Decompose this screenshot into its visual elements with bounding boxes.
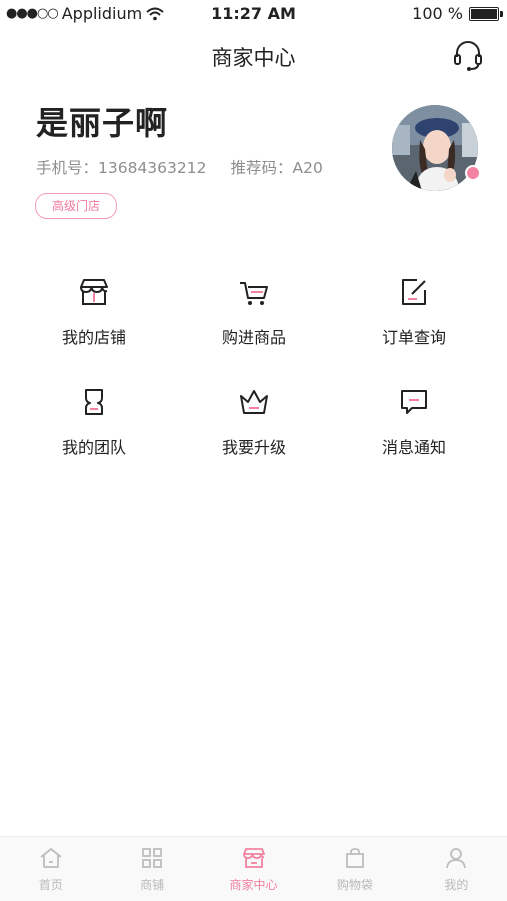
- page-title: 商家中心: [211, 46, 296, 70]
- nav-bar: 商家中心: [0, 30, 507, 78]
- menu-item-orders[interactable]: 订单查询: [329, 275, 499, 348]
- cart-icon: [240, 282, 268, 305]
- tab-label: 首页: [38, 878, 63, 892]
- battery-icon: [469, 6, 503, 21]
- store-icon: [80, 279, 108, 305]
- phone-number: 手机号：13684363212: [36, 159, 207, 177]
- profile-meta: 手机号：13684363212 推荐码：A20: [36, 156, 323, 178]
- menu-item-purchase[interactable]: 购进商品: [169, 275, 339, 348]
- menu-item-my-team[interactable]: 我的团队: [9, 385, 179, 458]
- bag-icon: [346, 848, 364, 868]
- referral-code: 推荐码：A20: [230, 159, 323, 177]
- bottom-tab-bar: 首页 商铺 商家中心 购物袋 我的: [0, 836, 507, 901]
- menu-label: 我的店铺: [61, 328, 126, 347]
- tab-label: 商铺: [140, 878, 165, 892]
- tab-shopping-bag[interactable]: 购物袋: [304, 837, 405, 901]
- menu-item-messages[interactable]: 消息通知: [329, 385, 499, 458]
- battery-fill: [471, 8, 497, 19]
- menu-label: 订单查询: [381, 328, 446, 347]
- avatar-edit-badge[interactable]: [465, 165, 481, 181]
- tab-label: 商家中心: [229, 878, 278, 892]
- profile-info: 是丽子啊 手机号：13684363212 推荐码：A20: [36, 98, 323, 178]
- home-icon: [40, 848, 62, 868]
- headset-icon[interactable]: [451, 38, 485, 72]
- menu-label: 消息通知: [381, 438, 446, 457]
- crown-icon: [240, 390, 268, 414]
- menu-label: 我的团队: [61, 438, 126, 457]
- grid-icon: [142, 848, 163, 868]
- tab-merchant-center[interactable]: 商家中心: [203, 837, 304, 901]
- avatar[interactable]: [392, 105, 478, 191]
- menu-label: 我要升级: [221, 438, 286, 457]
- status-bar: ●●●○○ Applidium 11:27 AM 100 %: [0, 0, 507, 28]
- battery-percent: 100 %: [412, 4, 463, 23]
- menu-item-my-store[interactable]: 我的店铺: [9, 275, 179, 348]
- message-icon: [401, 390, 427, 414]
- level-badge: 高级门店: [35, 193, 117, 219]
- person-icon: [446, 848, 467, 869]
- tab-shops[interactable]: 商铺: [101, 837, 202, 901]
- store-center-icon: [242, 848, 265, 868]
- menu-item-upgrade[interactable]: 我要升级: [169, 385, 339, 458]
- status-right: 100 %: [412, 4, 503, 23]
- menu-label: 购进商品: [221, 328, 286, 347]
- profile-name: 是丽子啊: [36, 104, 169, 142]
- tab-mine[interactable]: 我的: [406, 837, 507, 901]
- tab-label: 购物袋: [336, 878, 373, 892]
- avatar-photo: [392, 105, 478, 191]
- tab-label: 我的: [444, 878, 469, 892]
- team-icon: [85, 389, 103, 415]
- edit-note-icon: [402, 279, 426, 305]
- tab-home[interactable]: 首页: [0, 837, 101, 901]
